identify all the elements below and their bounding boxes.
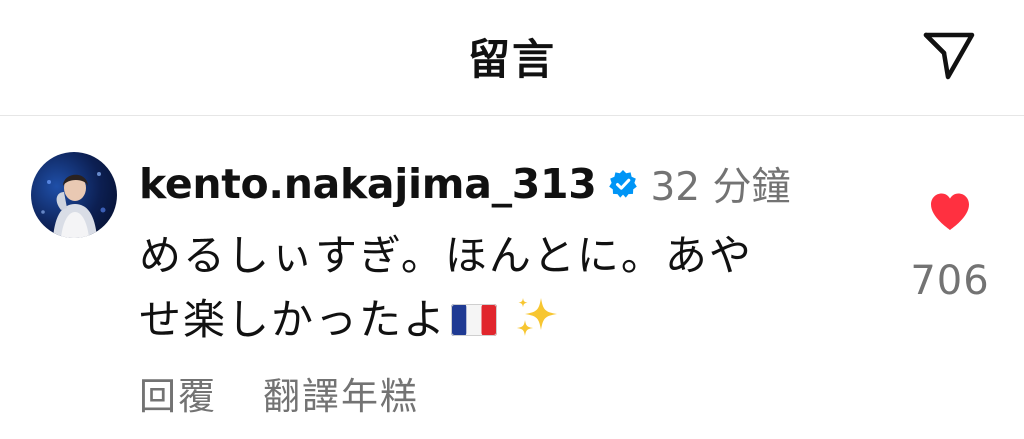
like-count: 706 (910, 258, 990, 304)
comment-meta: kento.nakajima_313 32 分鐘 (139, 156, 791, 212)
translate-button[interactable]: 翻譯年糕 (263, 366, 419, 420)
comment-text-line-1: めるしぃすぎ。ほんとに。あや (139, 231, 753, 280)
comment-item: kento.nakajima_313 32 分鐘 めるしぃすぎ。ほんとに。あや … (0, 116, 1024, 439)
avatar-photo (41, 172, 106, 238)
paper-plane-icon (923, 32, 975, 80)
like-column: 706 (900, 190, 1000, 304)
comment-text: めるしぃすぎ。ほんとに。あや せ楽しかったよ (139, 224, 879, 352)
reply-button[interactable]: 回覆 (139, 366, 217, 420)
username[interactable]: kento.nakajima_313 (139, 160, 597, 208)
comments-header: 留言 (0, 0, 1024, 116)
heart-icon (931, 193, 969, 230)
verified-badge-icon (609, 170, 638, 198)
sparkles-icon (517, 298, 558, 336)
comment-actions: 回覆 翻譯年糕 (139, 366, 419, 420)
comments-sheet: 留言 kento.nakajima_313 32 分鐘 めるしぃすぎ。ほんとに。… (0, 0, 1024, 439)
avatar[interactable] (31, 152, 117, 238)
share-button[interactable] (918, 26, 980, 84)
like-button[interactable] (927, 190, 973, 232)
comment-timestamp: 32 分鐘 (650, 165, 791, 210)
flag-france-icon (451, 304, 498, 336)
comment-text-line-2: せ楽しかったよ (139, 288, 879, 352)
page-title: 留言 (467, 35, 556, 84)
comment-text-line-2-text: せ楽しかったよ (139, 295, 448, 344)
